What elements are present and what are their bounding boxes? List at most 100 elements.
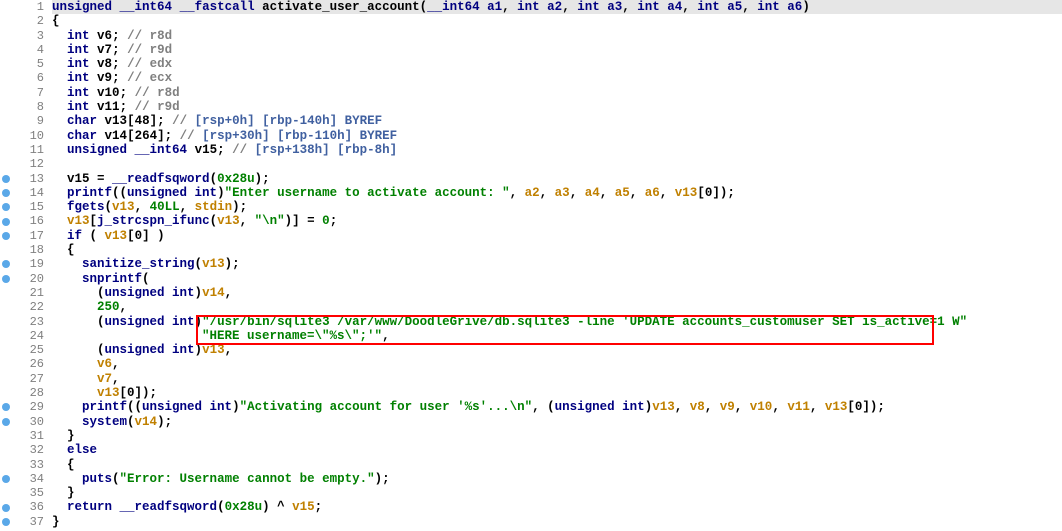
code-line[interactable]: int v10; // r8d (52, 86, 1062, 100)
code-line[interactable]: { (52, 14, 1062, 28)
line-number[interactable]: 31 (0, 429, 48, 443)
line-number[interactable]: 19 (0, 257, 48, 271)
tok: ; (315, 500, 323, 514)
line-number[interactable]: 37 (0, 515, 48, 529)
code-line[interactable]: int v8; // edx (52, 57, 1062, 71)
line-number[interactable]: 15 (0, 200, 48, 214)
line-number[interactable]: 6 (0, 71, 48, 85)
code-line[interactable]: fgets(v13, 40LL, stdin); (52, 200, 1062, 214)
code-line[interactable]: else (52, 443, 1062, 457)
tok: ) (150, 229, 165, 243)
code-line[interactable]: (unsigned int)"/usr/bin/sqlite3 /var/www… (52, 315, 1062, 329)
tok: , (510, 186, 525, 200)
code-line[interactable]: char v14[264]; // [rsp+30h] [rbp-110h] B… (52, 129, 1062, 143)
breakpoint-dot-icon[interactable] (2, 403, 10, 411)
breakpoint-dot-icon[interactable] (2, 218, 10, 226)
line-number[interactable]: 9 (0, 114, 48, 128)
tok: } (52, 515, 60, 529)
line-number[interactable]: 12 (0, 157, 48, 171)
line-number[interactable]: 7 (0, 86, 48, 100)
code-line[interactable] (52, 157, 1062, 171)
code-line[interactable]: if ( v13[0] ) (52, 229, 1062, 243)
code-line[interactable]: printf((unsigned int)"Activating account… (52, 400, 1062, 414)
breakpoint-dot-icon[interactable] (2, 189, 10, 197)
code-line[interactable]: (unsigned int)v13, (52, 343, 1062, 357)
tok: [0] (697, 186, 720, 200)
line-number[interactable]: 33 (0, 458, 48, 472)
line-number[interactable]: 3 (0, 29, 48, 43)
line-number[interactable]: 18 (0, 243, 48, 257)
line-number[interactable]: 36 (0, 500, 48, 514)
code-line[interactable]: } (52, 429, 1062, 443)
breakpoint-dot-icon[interactable] (2, 518, 10, 526)
line-number[interactable]: 16 (0, 214, 48, 228)
code-line[interactable]: 250, (52, 300, 1062, 314)
code-line[interactable]: unsigned __int64 __fastcall activate_use… (52, 0, 1062, 14)
line-number[interactable]: 14 (0, 186, 48, 200)
code-line[interactable]: unsigned __int64 v15; // [rsp+138h] [rbp… (52, 143, 1062, 157)
line-number[interactable]: 35 (0, 486, 48, 500)
line-number[interactable]: 5 (0, 57, 48, 71)
code-line[interactable]: v15 = __readfsqword(0x28u); (52, 172, 1062, 186)
line-number[interactable]: 20 (0, 272, 48, 286)
line-number[interactable]: 17 (0, 229, 48, 243)
breakpoint-dot-icon[interactable] (2, 504, 10, 512)
line-number[interactable]: 4 (0, 43, 48, 57)
function-name[interactable]: activate_user_account (262, 0, 420, 14)
code-line[interactable]: char v13[48]; // [rsp+0h] [rbp-140h] BYR… (52, 114, 1062, 128)
breakpoint-dot-icon[interactable] (2, 475, 10, 483)
code-line[interactable]: puts("Error: Username cannot be empty.")… (52, 472, 1062, 486)
line-number[interactable]: 25 (0, 343, 48, 357)
line-number[interactable]: 2 (0, 14, 48, 28)
code-line[interactable]: v13[0]); (52, 386, 1062, 400)
line-number[interactable]: 26 (0, 357, 48, 371)
code-line[interactable]: return __readfsqword(0x28u) ^ v15; (52, 500, 1062, 514)
breakpoint-dot-icon[interactable] (2, 232, 10, 240)
line-number[interactable]: 10 (0, 129, 48, 143)
line-number[interactable]: 13 (0, 172, 48, 186)
breakpoint-dot-icon[interactable] (2, 275, 10, 283)
line-number[interactable]: 11 (0, 143, 48, 157)
code-line[interactable]: v6, (52, 357, 1062, 371)
code-line[interactable]: printf((unsigned int)"Enter username to … (52, 186, 1062, 200)
line-number[interactable]: 29 (0, 400, 48, 414)
tok: [0] (120, 386, 143, 400)
tok: ) (217, 186, 225, 200)
code-line[interactable]: } (52, 486, 1062, 500)
code-line[interactable]: int v7; // r9d (52, 43, 1062, 57)
breakpoint-dot-icon[interactable] (2, 260, 10, 268)
line-number[interactable]: 34 (0, 472, 48, 486)
breakpoint-dot-icon[interactable] (2, 203, 10, 211)
line-number[interactable]: 28 (0, 386, 48, 400)
code-line[interactable]: int v11; // r9d (52, 100, 1062, 114)
code-line[interactable]: { (52, 458, 1062, 472)
code-line[interactable]: system(v14); (52, 415, 1062, 429)
line-number[interactable]: 21 (0, 286, 48, 300)
tok: unsigned (52, 0, 112, 14)
code-line[interactable]: v13[j_strcspn_ifunc(v13, "\n")] = 0; (52, 214, 1062, 228)
code-line[interactable]: } (52, 515, 1062, 529)
code-line[interactable]: int v6; // r8d (52, 29, 1062, 43)
line-number[interactable]: 23 (0, 315, 48, 329)
line-number[interactable]: 24 (0, 329, 48, 343)
code-line[interactable]: (unsigned int)v14, (52, 286, 1062, 300)
line-number[interactable]: 22 (0, 300, 48, 314)
breakpoint-dot-icon[interactable] (2, 418, 10, 426)
code-area[interactable]: unsigned __int64 __fastcall activate_use… (52, 0, 1062, 529)
tok: { (67, 458, 75, 472)
code-line[interactable]: snprintf( (52, 272, 1062, 286)
code-line[interactable]: int v9; // ecx (52, 71, 1062, 85)
tok: ) (262, 500, 270, 514)
line-number[interactable]: 30 (0, 415, 48, 429)
line-number[interactable]: 32 (0, 443, 48, 457)
code-line[interactable]: v7, (52, 372, 1062, 386)
line-number[interactable]: 8 (0, 100, 48, 114)
breakpoint-dot-icon[interactable] (2, 175, 10, 183)
code-line[interactable]: "HERE username=\"%s\";'", (52, 329, 1062, 343)
line-number[interactable]: 1 (0, 0, 48, 14)
code-line[interactable]: { (52, 243, 1062, 257)
tok: v15 (292, 500, 315, 514)
tok: (( (127, 400, 142, 414)
line-number[interactable]: 27 (0, 372, 48, 386)
code-line[interactable]: sanitize_string(v13); (52, 257, 1062, 271)
